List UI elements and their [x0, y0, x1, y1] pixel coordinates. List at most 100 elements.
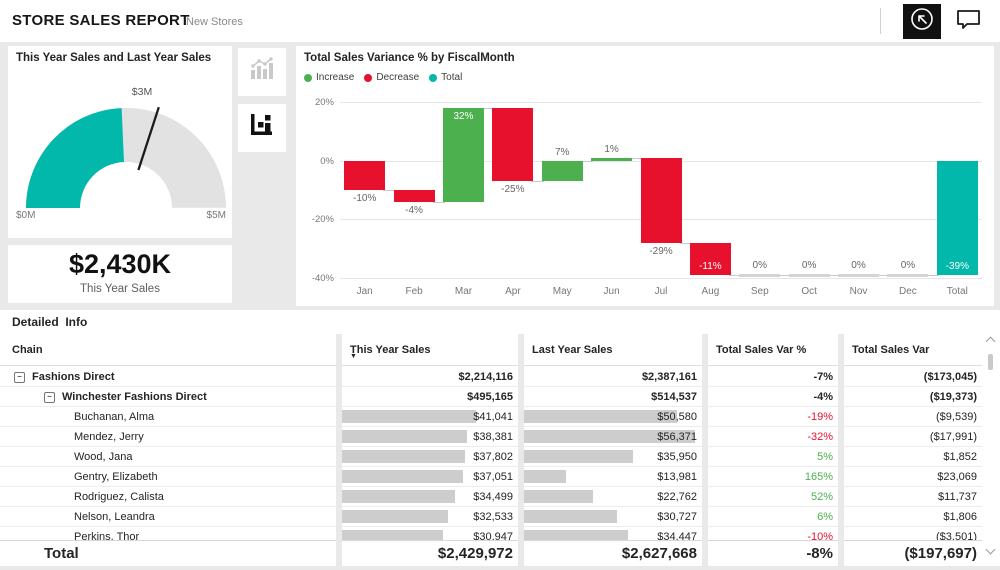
table-header-row: Chain This Year Sales ▼ Last Year Sales …: [0, 334, 982, 366]
last-year-sales-cell: $35,950: [524, 447, 702, 467]
scroll-down-icon[interactable]: [986, 545, 996, 555]
waterfall-data-label: 0%: [834, 260, 883, 271]
table-row[interactable]: Nelson, Leandra$32,533$30,7276%$1,806: [0, 507, 982, 527]
last-year-sales-cell: $2,387,161: [524, 367, 702, 387]
waterfall-bar-may[interactable]: [542, 161, 583, 182]
waterfall-data-label: -39%: [933, 261, 982, 272]
last-year-sales-value: $13,981: [657, 471, 697, 483]
sales-var-value: $1,806: [943, 511, 977, 523]
sales-var-value: ($9,539): [936, 411, 977, 423]
report-title: STORE SALES REPORT: [12, 12, 190, 29]
data-bar: [342, 430, 467, 443]
report-page: STORE SALES REPORT New Stores This Year …: [0, 0, 1000, 570]
this-year-sales-value: $495,165: [467, 391, 513, 403]
data-bar: [342, 410, 476, 423]
this-year-sales-value: $37,051: [473, 471, 513, 483]
waterfall-bar-zero[interactable]: [838, 274, 879, 277]
scroll-up-icon[interactable]: [986, 337, 996, 347]
chain-name: Buchanan, Alma: [74, 411, 154, 423]
last-year-sales-value: $34,447: [657, 531, 697, 540]
waterfall-bar-zero[interactable]: [887, 274, 928, 277]
waterfall-bar-jan[interactable]: [344, 161, 385, 190]
waterfall-data-label: 0%: [735, 260, 784, 271]
table-row[interactable]: Rodriguez, Calista$34,499$22,76252%$11,7…: [0, 487, 982, 507]
table-row[interactable]: Perkins, Thor$30,947$34,447-10%($3,501): [0, 527, 982, 540]
waterfall-data-label: -4%: [390, 205, 439, 216]
sales-var-pct-cell: 52%: [708, 487, 838, 507]
column-header-this-year-sales[interactable]: This Year Sales ▼: [342, 334, 518, 366]
column-header-total-sales-var[interactable]: Total Sales Var: [844, 334, 982, 366]
table-row[interactable]: Mendez, Jerry$38,381$56,371-32%($17,991): [0, 427, 982, 447]
column-gap: [702, 334, 708, 566]
chain-name: Wood, Jana: [74, 451, 133, 463]
y-axis-tick-label: -20%: [296, 214, 334, 225]
scrollbar-thumb[interactable]: [988, 354, 993, 370]
back-arrow-icon: [909, 6, 935, 37]
combo-chart-icon: [249, 57, 275, 87]
table-row[interactable]: −Fashions Direct $2,214,116 $2,387,161 -7% (…: [0, 367, 982, 387]
sales-var-pct-value: 165%: [805, 471, 833, 483]
x-axis-tick-label: Jan: [340, 286, 389, 297]
table-row[interactable]: Wood, Jana$37,802$35,9505%$1,852: [0, 447, 982, 467]
waterfall-bar-total[interactable]: [937, 161, 978, 276]
collapse-icon[interactable]: −: [44, 392, 55, 403]
chain-cell: Mendez, Jerry: [0, 427, 336, 447]
chain-name: Fashions Direct: [32, 371, 115, 383]
chain-name: Nelson, Leandra: [74, 511, 155, 523]
gauge-min-label: $0M: [16, 210, 35, 221]
waterfall-chart-icon: [249, 113, 275, 143]
last-year-sales-cell: $50,580: [524, 407, 702, 427]
last-year-sales-cell: $22,762: [524, 487, 702, 507]
this-year-sales-value: $2,214,116: [459, 371, 513, 383]
comment-button[interactable]: [950, 8, 986, 36]
chain-name: Gentry, Elizabeth: [74, 471, 158, 483]
sales-var-value: ($173,045): [924, 371, 977, 383]
last-year-sales-cell: $30,727: [524, 507, 702, 527]
waterfall-visual-card: Total Sales Variance % by FiscalMonth In…: [296, 46, 994, 306]
this-year-sales-value: $37,802: [473, 451, 513, 463]
waterfall-bar-zero[interactable]: [789, 274, 830, 277]
sales-var-cell: ($173,045): [844, 367, 982, 387]
waterfall-data-label: 0%: [785, 260, 834, 271]
switch-to-waterfall-chart-button[interactable]: [238, 104, 286, 152]
waterfall-data-label: 32%: [439, 111, 488, 122]
collapse-icon[interactable]: −: [14, 372, 25, 383]
x-axis-tick-label: Mar: [439, 286, 488, 297]
column-header-chain[interactable]: Chain: [0, 334, 336, 366]
switch-to-combo-chart-button[interactable]: [238, 48, 286, 96]
sales-var-value: $11,737: [938, 491, 977, 503]
waterfall-bar-jul[interactable]: [641, 158, 682, 243]
sales-var-pct-value: -7%: [813, 371, 833, 383]
waterfall-data-label: 0%: [883, 260, 932, 271]
kpi-card: $2,430K This Year Sales: [8, 245, 232, 303]
column-gap: [518, 334, 524, 566]
waterfall-bar-apr[interactable]: [492, 108, 533, 181]
sales-var-value: ($19,373): [930, 391, 977, 403]
x-axis-tick-label: Jun: [587, 286, 636, 297]
waterfall-bar-feb[interactable]: [394, 190, 435, 202]
table-row[interactable]: −Winchester Fashions Direct$495,165$514,…: [0, 387, 982, 407]
gauge-title: This Year Sales and Last Year Sales: [16, 52, 211, 64]
this-year-sales-value: $38,381: [473, 431, 513, 443]
data-bar: [524, 490, 593, 503]
waterfall-bar-zero[interactable]: [739, 274, 780, 277]
header-divider: [880, 8, 881, 34]
x-axis-tick-label: Sep: [735, 286, 784, 297]
y-axis-tick-label: 0%: [296, 156, 334, 167]
column-header-last-year-sales[interactable]: Last Year Sales: [524, 334, 702, 366]
data-bar: [524, 510, 617, 523]
x-axis-tick-label: Nov: [834, 286, 883, 297]
waterfall-connector: [531, 181, 543, 182]
table-row[interactable]: Gentry, Elizabeth$37,051$13,981165%$23,0…: [0, 467, 982, 487]
sales-var-pct-cell: -4%: [708, 387, 838, 407]
waterfall-bar-jun[interactable]: [591, 158, 632, 161]
back-button[interactable]: [903, 4, 941, 39]
waterfall-bar-mar[interactable]: [443, 108, 484, 202]
table-row[interactable]: Buchanan, Alma$41,041$50,580-19%($9,539): [0, 407, 982, 427]
column-header-total-sales-var-pct[interactable]: Total Sales Var %: [708, 334, 838, 366]
gauge-max-label: $5M: [166, 210, 226, 221]
last-year-sales-cell: $34,447: [524, 527, 702, 540]
sales-var-pct-value: 6%: [817, 511, 833, 523]
sales-var-pct-cell: -19%: [708, 407, 838, 427]
last-year-sales-value: $50,580: [657, 411, 697, 423]
